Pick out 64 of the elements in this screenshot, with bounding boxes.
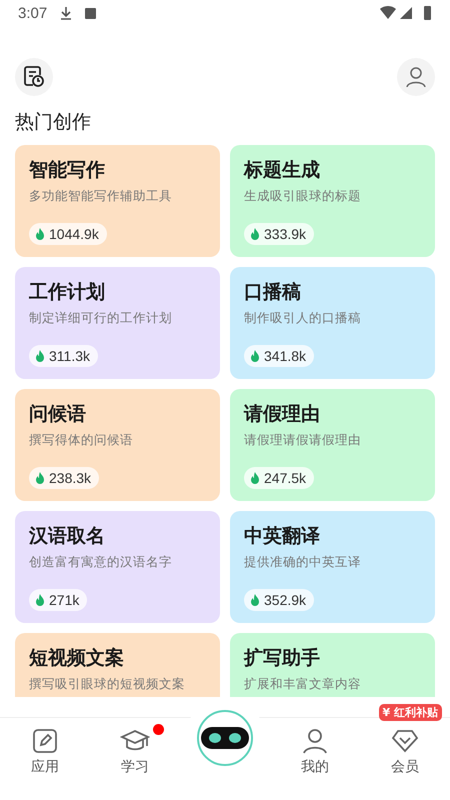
tool-card[interactable]: 智能写作 多功能智能写作辅助工具 1044.9k [15,145,220,257]
tool-card[interactable]: 汉语取名 创造富有寓意的汉语名字 271k [15,511,220,623]
status-icons-drawing [380,5,432,21]
card-description: 制作吸引人的口播稿 [244,310,362,327]
flame-icon [248,471,262,485]
person-icon [302,728,328,754]
card-description: 请假理请假请假理由 [244,432,362,449]
tool-card[interactable]: 请假理由 请假理请假请假理由 247.5k [230,389,435,501]
tool-card[interactable]: 工作计划 制定详细可行的工作计划 311.3k [15,267,220,379]
flame-icon [33,227,47,241]
card-title: 短视频文案 [29,646,125,671]
tool-card[interactable]: 口播稿 制作吸引人的口播稿 341.8k [230,267,435,379]
card-title: 请假理由 [244,402,321,427]
usage-count: 352.9k [244,589,314,611]
tool-card[interactable]: 问候语 撰写得体的问候语 238.3k [15,389,220,501]
usage-count: 311.3k [29,345,98,367]
card-description: 创造富有寓意的汉语名字 [29,554,173,571]
card-description: 撰写吸引眼球的短视频文案 [29,676,186,693]
section-title: 热门创作 [14,110,92,135]
diamond-icon [391,728,419,754]
card-title: 问候语 [29,402,87,427]
tool-card[interactable]: 中英翻译 提供准确的中英互译 352.9k [230,511,435,623]
history-button[interactable] [15,58,53,96]
card-description: 生成吸引眼球的标题 [244,188,362,205]
usage-count: 238.3k [29,467,100,489]
card-title: 智能写作 [29,158,106,183]
card-title: 汉语取名 [29,524,106,549]
download-icon [61,6,72,20]
flame-icon [33,593,47,607]
flame-icon [248,593,262,607]
nav-tab[interactable]: 应用 [25,724,65,780]
usage-count: 1044.9k [29,223,107,245]
card-description: 扩展和丰富文章内容 [244,676,362,693]
card-description: 制定详细可行的工作计划 [29,310,173,327]
card-title: 工作计划 [29,280,106,305]
card-title: 标题生成 [244,158,321,183]
card-description: 多功能智能写作辅助工具 [29,188,173,205]
card-description: 撰写得体的问候语 [29,432,134,449]
flame-icon [248,349,262,363]
usage-count: 247.5k [244,467,314,489]
nav-tab[interactable]: 学习 [114,724,156,780]
flame-icon [33,349,47,363]
usage-count: 333.9k [244,223,314,245]
flame-icon [248,227,262,241]
flame-icon [33,471,47,485]
tool-card[interactable]: 扩写助手 扩展和丰富文章内容 [230,633,435,697]
robot-face-icon [200,726,250,750]
usage-count: 341.8k [244,345,314,367]
person-icon [406,67,426,87]
nav-tab[interactable]: 我的 [295,724,335,780]
document-clock-icon [23,66,45,88]
status-time: 3:07 [18,4,48,22]
promo-tag: ¥ 红利补贴 [378,704,442,721]
edit-icon [32,728,58,754]
profile-button[interactable] [397,58,435,96]
tool-card[interactable]: 标题生成 生成吸引眼球的标题 333.9k [230,145,435,257]
tool-card[interactable]: 短视频文案 撰写吸引眼球的短视频文案 [15,633,220,697]
card-description: 提供准确的中英互译 [244,554,362,571]
nav-tab[interactable]: 会员 [385,724,425,780]
card-title: 口播稿 [244,280,302,305]
notification-icon [85,8,96,18]
card-title: 扩写助手 [244,646,321,671]
usage-count: 271k [29,589,88,611]
card-title: 中英翻译 [244,524,321,549]
